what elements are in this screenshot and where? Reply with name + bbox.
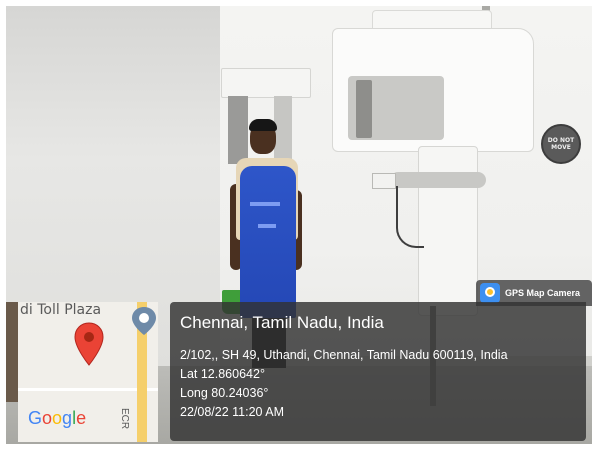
small-xray-unit-head xyxy=(221,68,311,98)
panoramic-unit-sensor xyxy=(356,80,372,138)
power-cable xyxy=(396,186,424,248)
location-title: Chennai, Tamil Nadu, India xyxy=(180,313,384,332)
map-poi-marker-icon xyxy=(132,307,156,335)
sign-line-2: MOVE xyxy=(551,144,571,151)
sign-line-1: DO NOT xyxy=(547,137,575,144)
do-not-move-sign: DO NOT MOVE xyxy=(541,124,581,164)
gps-icon-dot xyxy=(485,287,495,297)
location-pin-icon xyxy=(74,322,104,366)
apron-strap xyxy=(258,224,276,228)
photo-frame: DO NOT MOVE GPS Map Camera di Toll Plaza… xyxy=(0,0,598,450)
wall-socket xyxy=(372,173,396,189)
lead-apron xyxy=(240,166,296,318)
apron-strap xyxy=(250,202,280,206)
map-thumbnail: di Toll Plaza ECR Google xyxy=(18,302,158,442)
location-latitude: Lat 12.860642° xyxy=(180,367,265,381)
map-place-label: di Toll Plaza xyxy=(20,302,102,318)
person-hair xyxy=(249,119,277,131)
location-info-panel: Chennai, Tamil Nadu, India 2/102,, SH 49… xyxy=(170,302,586,441)
map-road-label: ECR xyxy=(119,408,130,430)
gps-map-camera-icon xyxy=(480,283,500,303)
small-xray-unit-arm-left xyxy=(228,96,248,164)
gps-app-name: GPS Map Camera xyxy=(505,288,581,298)
location-timestamp: 22/08/22 11:20 AM xyxy=(180,405,285,419)
location-address: 2/102,, SH 49, Uthandi, Chennai, Tamil N… xyxy=(180,348,508,362)
location-longitude: Long 80.24036° xyxy=(180,386,269,400)
google-logo: Google xyxy=(28,408,87,428)
